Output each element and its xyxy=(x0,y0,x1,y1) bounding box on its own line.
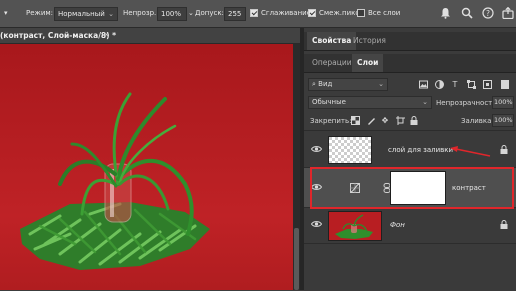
chevron-down-icon: ⌄ xyxy=(422,98,428,106)
type-layer-filter-icon[interactable]: T xyxy=(450,80,460,90)
mode-value: Нормальный xyxy=(58,10,105,18)
share-icon[interactable] xyxy=(501,6,514,20)
layer-name: Фон xyxy=(390,221,405,229)
eye-icon[interactable] xyxy=(310,220,323,231)
all-layers-label: Все слои xyxy=(368,9,401,17)
mode-select[interactable]: Нормальный ⌄ xyxy=(54,7,118,21)
lock-label: Закрепить: xyxy=(310,117,352,125)
antialias-checkbox[interactable] xyxy=(250,9,258,17)
layer-name: слой для заливки xyxy=(388,146,454,154)
lock-image-pixels-icon[interactable] xyxy=(366,116,376,126)
lock-position-icon[interactable]: ✥ xyxy=(380,116,390,126)
options-bar: ▾ Режим: Нормальный ⌄ Непрозр.: 100% ⌄ Д… xyxy=(0,0,516,28)
layer-thumbnail-transparent xyxy=(328,136,372,164)
opacity-label: Непрозр.: xyxy=(123,9,159,17)
opacity-label: Непрозрачность: xyxy=(436,99,499,107)
tool-preset-icon[interactable]: ▾ xyxy=(4,9,8,17)
fill-input[interactable]: 100% xyxy=(492,114,514,127)
tolerance-label: Допуск: xyxy=(195,9,224,17)
right-panel: Свойства История Операции Слои ⌕ Вид ⌄ T… xyxy=(304,28,516,291)
svg-text:?: ? xyxy=(486,9,490,18)
properties-tab-row: Свойства История xyxy=(304,32,516,51)
canvas-image xyxy=(0,44,293,290)
layer-opacity-input[interactable]: 100% xyxy=(492,96,514,109)
annotation-arrow-icon xyxy=(450,146,491,157)
opacity-value: 100% xyxy=(161,10,182,18)
lock-transparent-pixels-icon[interactable] xyxy=(350,116,360,126)
background-thumbnail xyxy=(328,211,382,241)
layers-tab-row: Операции Слои xyxy=(304,54,516,73)
antialias-label: Сглаживание xyxy=(261,9,312,17)
smart-object-filter-icon[interactable] xyxy=(482,80,492,90)
tolerance-input[interactable]: 255 xyxy=(224,7,246,21)
tab-history[interactable]: История xyxy=(348,32,391,50)
tab-actions[interactable]: Операции xyxy=(307,54,357,72)
eye-icon[interactable] xyxy=(310,145,323,156)
document-canvas[interactable] xyxy=(0,44,293,290)
mode-label: Режим: xyxy=(26,9,54,17)
layer-row-background[interactable]: Фон xyxy=(304,208,516,244)
layer-opacity-value: 100% xyxy=(494,98,513,106)
scrollbar-thumb[interactable] xyxy=(294,228,299,290)
tolerance-value: 255 xyxy=(228,10,242,18)
layer-row-fill[interactable]: слой для заливки xyxy=(304,132,516,168)
shape-layer-filter-icon[interactable] xyxy=(466,80,476,90)
lock-all-icon[interactable] xyxy=(409,116,419,126)
lock-icon xyxy=(500,145,508,154)
layer-filter-select[interactable]: ⌕ Вид ⌄ xyxy=(308,78,388,91)
bell-icon[interactable] xyxy=(439,7,452,20)
blend-mode-value: Обычные xyxy=(312,98,346,106)
fill-label: Заливка: xyxy=(461,117,494,125)
document-title: (контраст, Слой-маска/8) * xyxy=(0,31,117,40)
lock-artboard-icon[interactable] xyxy=(395,116,405,126)
adjustment-layer-filter-icon[interactable] xyxy=(434,80,444,90)
blend-mode-select[interactable]: Обычные ⌄ xyxy=(308,96,432,109)
layer-filter-value: Вид xyxy=(318,80,333,88)
help-icon[interactable]: ? xyxy=(481,7,494,20)
fill-value: 100% xyxy=(494,116,513,124)
chevron-down-icon: ⌄ xyxy=(108,10,114,18)
contiguous-checkbox[interactable] xyxy=(308,9,316,17)
close-icon[interactable]: × xyxy=(103,30,110,39)
lock-icon xyxy=(500,220,508,229)
contiguous-label: Смеж.пикс xyxy=(319,9,360,17)
opacity-input[interactable]: 100% xyxy=(157,7,187,21)
search-icon[interactable] xyxy=(460,7,473,20)
pixel-layer-filter-icon[interactable] xyxy=(418,80,428,90)
all-layers-checkbox[interactable] xyxy=(357,9,365,17)
selection-highlight-box xyxy=(310,167,514,209)
chevron-down-icon: ⌄ xyxy=(378,80,384,88)
tab-layers[interactable]: Слои xyxy=(352,54,384,72)
opacity-dropdown-icon[interactable]: ⌄ xyxy=(188,9,194,17)
document-tab[interactable]: (контраст, Слой-маска/8) * × xyxy=(0,28,300,44)
filter-toggle-icon[interactable] xyxy=(500,80,510,90)
